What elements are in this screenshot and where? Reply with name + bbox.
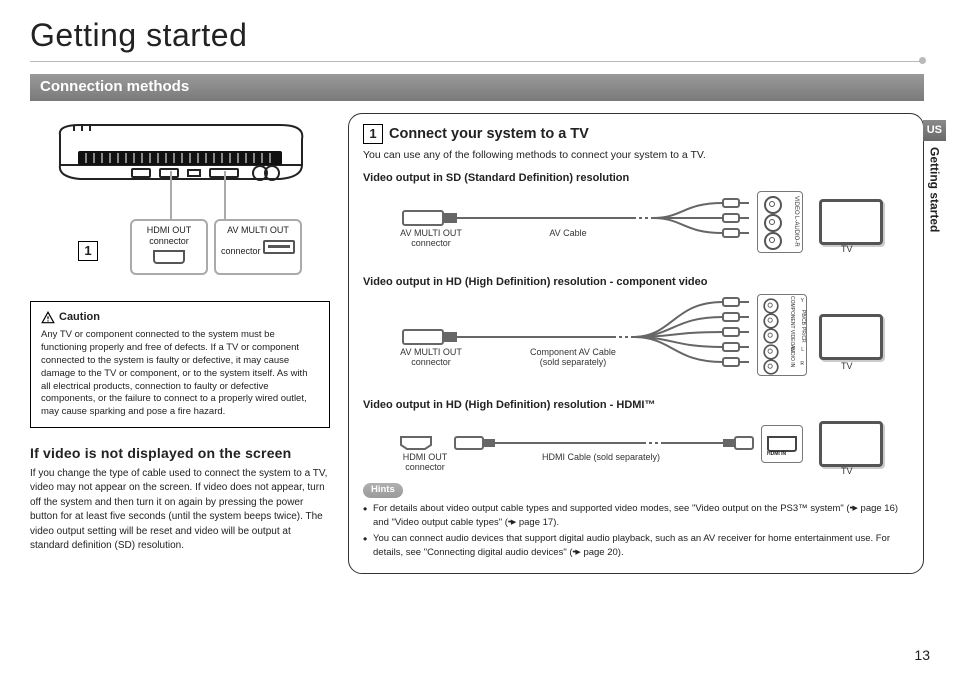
region-code-badge: US	[923, 120, 946, 141]
jack-icon	[763, 329, 778, 344]
page-title: Getting started	[30, 14, 924, 57]
callout-sub: connector	[221, 246, 261, 256]
no-video-body: If you change the type of cable used to …	[30, 467, 330, 554]
tv-icon	[819, 421, 883, 467]
rca-input-panel: VIDEO L-AUDIO-R	[757, 191, 803, 253]
method2-connector-label: AV MULTI OUT connector	[391, 348, 471, 368]
panel-heading-text: Connect your system to a TV	[389, 125, 589, 145]
jack-label-y: Y	[801, 298, 804, 305]
avout-port-icon	[263, 240, 295, 254]
hint-text: For details about video output cable typ…	[373, 503, 850, 514]
panel-intro: You can use any of the following methods…	[363, 148, 909, 162]
method2-tv-label: TV	[841, 360, 853, 372]
jack-icon	[764, 214, 782, 232]
xref-icon	[508, 516, 516, 528]
component-jacks-group1: COMPONENT VIDEO IN	[788, 296, 795, 352]
method3-tv-label: TV	[841, 465, 853, 477]
component-input-panel: COMPONENT VIDEO IN AUDIO IN Y PB/CB PR/C…	[757, 294, 807, 376]
side-tab-text: Getting started	[926, 147, 942, 232]
callout-av-multi-out: AV MULTI OUT connector	[214, 219, 302, 275]
method2-title: Video output in HD (High Definition) res…	[363, 275, 909, 290]
hdmi-port-icon	[153, 250, 185, 264]
hint-ref: page 16	[861, 503, 895, 514]
jack-icon	[763, 360, 778, 375]
method3-cable-label: HDMI Cable (sold separately)	[521, 453, 681, 463]
jack-icon	[764, 232, 782, 250]
callout-label: HDMI OUT	[147, 225, 192, 235]
hint-text: ).	[618, 547, 624, 558]
hint-item: For details about video output cable typ…	[363, 502, 909, 530]
title-dot-icon	[919, 57, 926, 64]
hdmi-in-icon	[767, 436, 797, 452]
hint-item: You can connect audio devices that suppo…	[363, 532, 909, 560]
jack-icon	[764, 196, 782, 214]
method3-title: Video output in HD (High Definition) res…	[363, 398, 909, 413]
jack-icon	[763, 299, 778, 314]
step-number-box: 1	[78, 241, 98, 261]
method1-title: Video output in SD (Standard Definition)…	[363, 171, 909, 186]
tv-icon	[819, 199, 883, 245]
hints-list: For details about video output cable typ…	[363, 502, 909, 560]
connect-panel: 1 Connect your system to a TV You can us…	[348, 113, 924, 574]
lead-line-icon	[224, 171, 226, 221]
jack-label-video: VIDEO	[792, 196, 800, 215]
no-video-heading: If video is not displayed on the screen	[30, 444, 330, 463]
warning-icon	[41, 311, 55, 325]
page-number: 13	[914, 646, 930, 665]
lead-line-icon	[170, 171, 172, 221]
method1-tv-label: TV	[841, 243, 853, 255]
method1-connector-label: AV MULTI OUT connector	[391, 229, 471, 249]
jack-label-r: R	[800, 361, 804, 368]
caution-box: Caution Any TV or component connected to…	[30, 301, 330, 428]
hdmi-input-panel: HDMI IN	[761, 425, 803, 463]
hints-tag: Hints	[363, 483, 403, 498]
hint-ref: page 17	[519, 517, 553, 528]
caution-body: Any TV or component connected to the sys…	[41, 329, 319, 419]
jack-label-l: L	[801, 347, 804, 354]
jack-label-pr: PR/CR	[799, 327, 806, 343]
jack-label-audio-lr: L-AUDIO-R	[792, 216, 800, 247]
callout-hdmi-out: HDMI OUT connector	[130, 219, 208, 275]
xref-icon	[850, 502, 858, 514]
callout-sub: connector	[149, 236, 189, 246]
component-jacks-group2: AUDIO IN	[788, 345, 795, 367]
jack-icon	[763, 314, 778, 329]
side-tab: US Getting started	[923, 120, 946, 232]
method1-cable-label: AV Cable	[533, 229, 603, 239]
jack-icon	[763, 345, 778, 360]
callout-label: AV MULTI OUT	[227, 225, 289, 235]
title-divider	[30, 61, 924, 62]
method1-diagram: AV MULTI OUT connector AV Cable VIDEO L-…	[363, 189, 909, 267]
method3-connector-label: HDMI OUT connector	[393, 453, 457, 473]
console-rear-diagram: HDMI OUT connector AV MULTI OUT connecto…	[30, 113, 330, 287]
section-heading-bar: Connection methods	[30, 74, 924, 101]
method2-diagram: AV MULTI OUT connector Component AV Cabl…	[363, 294, 909, 390]
method3-diagram: HDMI OUT connector HDMI Cable (sold sepa…	[363, 417, 909, 477]
hdmi-in-label: HDMI IN	[767, 451, 786, 458]
hint-ref: page 20	[583, 547, 617, 558]
xref-icon	[573, 546, 581, 558]
tv-icon	[819, 314, 883, 360]
step-number-box: 1	[363, 124, 383, 144]
caution-title-text: Caution	[59, 310, 100, 325]
method2-cable-label: Component AV Cable (sold separately)	[513, 348, 633, 368]
jack-label-pb: PB/CB	[799, 310, 806, 325]
hint-text: You can connect audio devices that suppo…	[373, 533, 890, 558]
hint-text: ).	[553, 517, 559, 528]
